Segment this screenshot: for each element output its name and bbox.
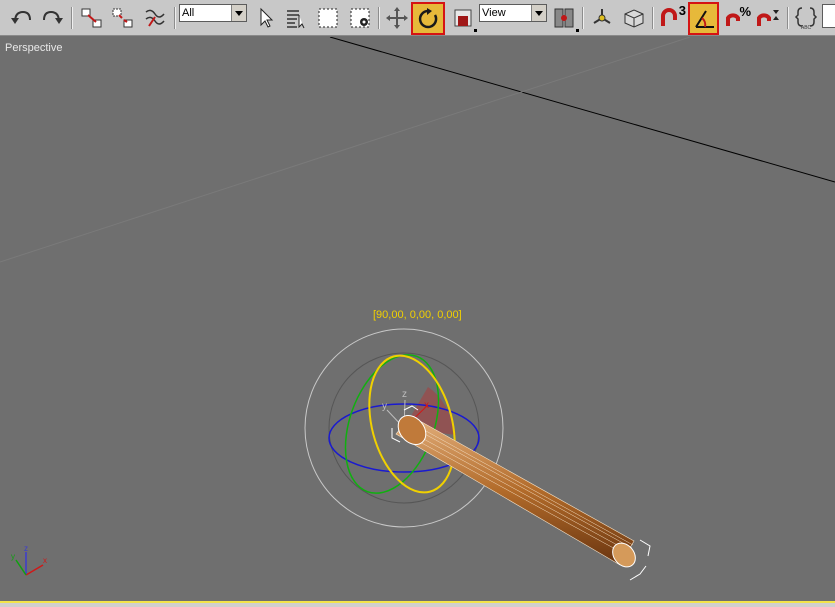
selection-filter-dropdown[interactable]: All bbox=[179, 4, 247, 22]
select-and-link-icon bbox=[81, 8, 102, 28]
bind-to-space-warp-icon bbox=[145, 9, 165, 27]
selection-filter-value: All bbox=[182, 7, 195, 19]
select-and-link-button[interactable] bbox=[78, 4, 106, 32]
toolbar-separator bbox=[787, 7, 789, 29]
toolbar-separator bbox=[378, 7, 380, 29]
grid-line bbox=[329, 37, 835, 183]
gizmo-z-label: z bbox=[402, 389, 407, 400]
redo-button[interactable] bbox=[38, 4, 66, 32]
chevron-down-icon bbox=[231, 5, 246, 21]
edit-named-selection-sets-button[interactable]: ABC bbox=[792, 4, 820, 32]
select-and-rotate-button[interactable] bbox=[411, 2, 445, 35]
view-axis-tripod: z x y bbox=[11, 544, 47, 576]
grid-line bbox=[0, 37, 691, 263]
select-and-scale-icon bbox=[454, 9, 472, 27]
select-object-button[interactable] bbox=[252, 4, 280, 32]
tripod-z-label: z bbox=[24, 544, 28, 553]
select-by-name-button[interactable] bbox=[282, 4, 310, 32]
keyboard-shortcut-override-icon bbox=[624, 9, 644, 28]
redo-icon bbox=[43, 10, 63, 24]
select-object-icon bbox=[260, 7, 274, 28]
window-crossing-button[interactable] bbox=[346, 4, 374, 32]
reference-coordinate-system-dropdown[interactable]: View bbox=[479, 4, 547, 22]
select-by-name-icon bbox=[287, 10, 305, 29]
angle-snap-toggle-button[interactable] bbox=[688, 2, 719, 35]
select-and-manipulate-icon bbox=[593, 9, 611, 24]
reference-coordinate-system-value: View bbox=[482, 7, 506, 19]
toolbar-separator bbox=[582, 7, 584, 29]
toolbar-separator bbox=[652, 7, 654, 29]
spinner-snap-toggle-icon bbox=[757, 10, 779, 26]
percent-label: % bbox=[739, 4, 751, 19]
named-selection-sets-field[interactable] bbox=[822, 4, 835, 28]
unlink-selection-button[interactable] bbox=[109, 4, 137, 32]
select-and-move-button[interactable] bbox=[383, 4, 411, 32]
chevron-down-icon bbox=[531, 5, 546, 21]
bind-to-space-warp-button[interactable] bbox=[141, 4, 169, 32]
snap-dimension-label: 3 bbox=[678, 3, 686, 18]
use-pivot-point-center-icon bbox=[554, 8, 574, 28]
gizmo-coordinate-readout: [90,00, 0,00, 0,00] bbox=[373, 309, 462, 321]
undo-button[interactable] bbox=[8, 4, 36, 32]
toolbar-separator bbox=[174, 7, 176, 29]
flyout-indicator bbox=[474, 29, 477, 32]
viewport-label[interactable]: Perspective bbox=[5, 42, 62, 54]
use-pivot-point-center-button[interactable] bbox=[550, 4, 578, 32]
unlink-selection-icon bbox=[112, 8, 133, 28]
rectangular-selection-region-icon bbox=[318, 8, 338, 28]
spinner-snap-toggle-button[interactable] bbox=[754, 4, 784, 32]
gizmo-y-label: y bbox=[382, 401, 387, 412]
select-and-scale-button[interactable] bbox=[449, 4, 477, 32]
flyout-indicator bbox=[576, 29, 579, 32]
toolbar-separator bbox=[71, 7, 73, 29]
undo-icon bbox=[11, 10, 31, 24]
snaps-toggle-button[interactable]: 3 bbox=[657, 3, 687, 32]
rectangular-selection-region-button[interactable] bbox=[314, 4, 342, 32]
tripod-x-label: x bbox=[43, 556, 47, 565]
main-toolbar: All View 3 % ABC bbox=[0, 0, 835, 36]
angle-snap-toggle-icon bbox=[695, 10, 714, 28]
window-crossing-icon bbox=[350, 8, 370, 28]
select-and-manipulate-button[interactable] bbox=[588, 4, 616, 32]
keyboard-shortcut-override-button[interactable] bbox=[620, 4, 648, 32]
select-and-move-icon bbox=[386, 7, 408, 29]
viewport-bottom-border bbox=[0, 601, 835, 607]
select-and-rotate-icon bbox=[418, 8, 438, 29]
tripod-y-label: y bbox=[11, 552, 15, 561]
gizmo-x-label: x bbox=[424, 400, 429, 411]
svg-text:ABC: ABC bbox=[801, 25, 812, 30]
edit-named-selection-sets-icon: ABC bbox=[794, 7, 818, 30]
percent-snap-toggle-button[interactable]: % bbox=[722, 4, 752, 32]
